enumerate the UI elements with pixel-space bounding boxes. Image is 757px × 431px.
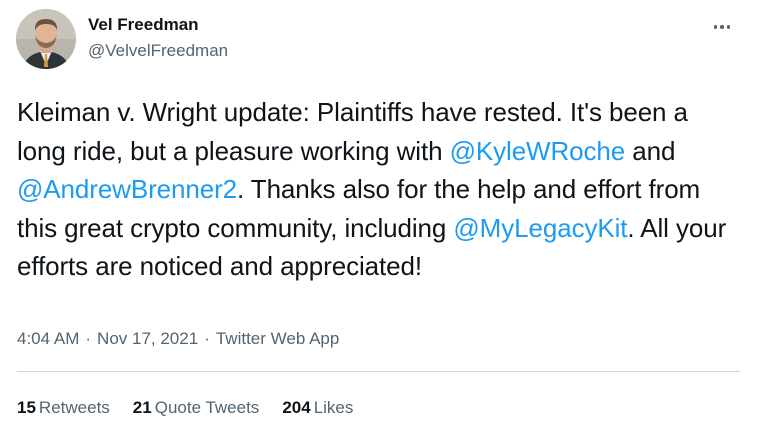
quote-tweets-count: 21 (132, 398, 152, 417)
tweet-date[interactable]: Nov 17, 2021 (97, 329, 198, 348)
author-handle[interactable]: @VelvelFreedman (88, 40, 228, 62)
more-horizontal-icon (712, 25, 732, 29)
separator-dot: · (85, 329, 92, 348)
retweets-count: 15 (17, 398, 36, 417)
tweet-metadata: 4:04 AM · Nov 17, 2021 · Twitter Web App (17, 328, 339, 350)
quote-tweets-label: Quote Tweets (154, 398, 260, 417)
likes-label: Likes (313, 398, 354, 417)
tweet-source-app[interactable]: Twitter Web App (216, 329, 339, 348)
likes-count: 204 (282, 398, 311, 417)
avatar[interactable] (16, 9, 76, 69)
retweets-stat[interactable]: 15 Retweets (17, 397, 110, 419)
tweet-time[interactable]: 4:04 AM (17, 329, 79, 348)
likes-stat[interactable]: 204 Likes (282, 397, 353, 419)
tweet-text: Kleiman v. Wright update: Plaintiffs hav… (17, 93, 741, 286)
tweet-author: Vel Freedman @VelvelFreedman (88, 14, 228, 62)
mention-link[interactable]: @MyLegacyKit (453, 213, 627, 243)
retweets-label: Retweets (38, 398, 110, 417)
tweet-stats: 15 Retweets 21 Quote Tweets 204 Likes (17, 397, 376, 419)
quote-tweets-stat[interactable]: 21 Quote Tweets (133, 397, 260, 419)
mention-link[interactable]: @KyleWRoche (450, 136, 626, 166)
divider (17, 371, 740, 372)
mention-link[interactable]: @AndrewBrenner2 (17, 174, 237, 204)
tweet-text-segment: and (625, 135, 676, 166)
separator-dot: · (204, 329, 210, 348)
more-options-button[interactable] (705, 12, 739, 42)
avatar-photo (16, 9, 76, 69)
author-display-name[interactable]: Vel Freedman (88, 14, 228, 36)
